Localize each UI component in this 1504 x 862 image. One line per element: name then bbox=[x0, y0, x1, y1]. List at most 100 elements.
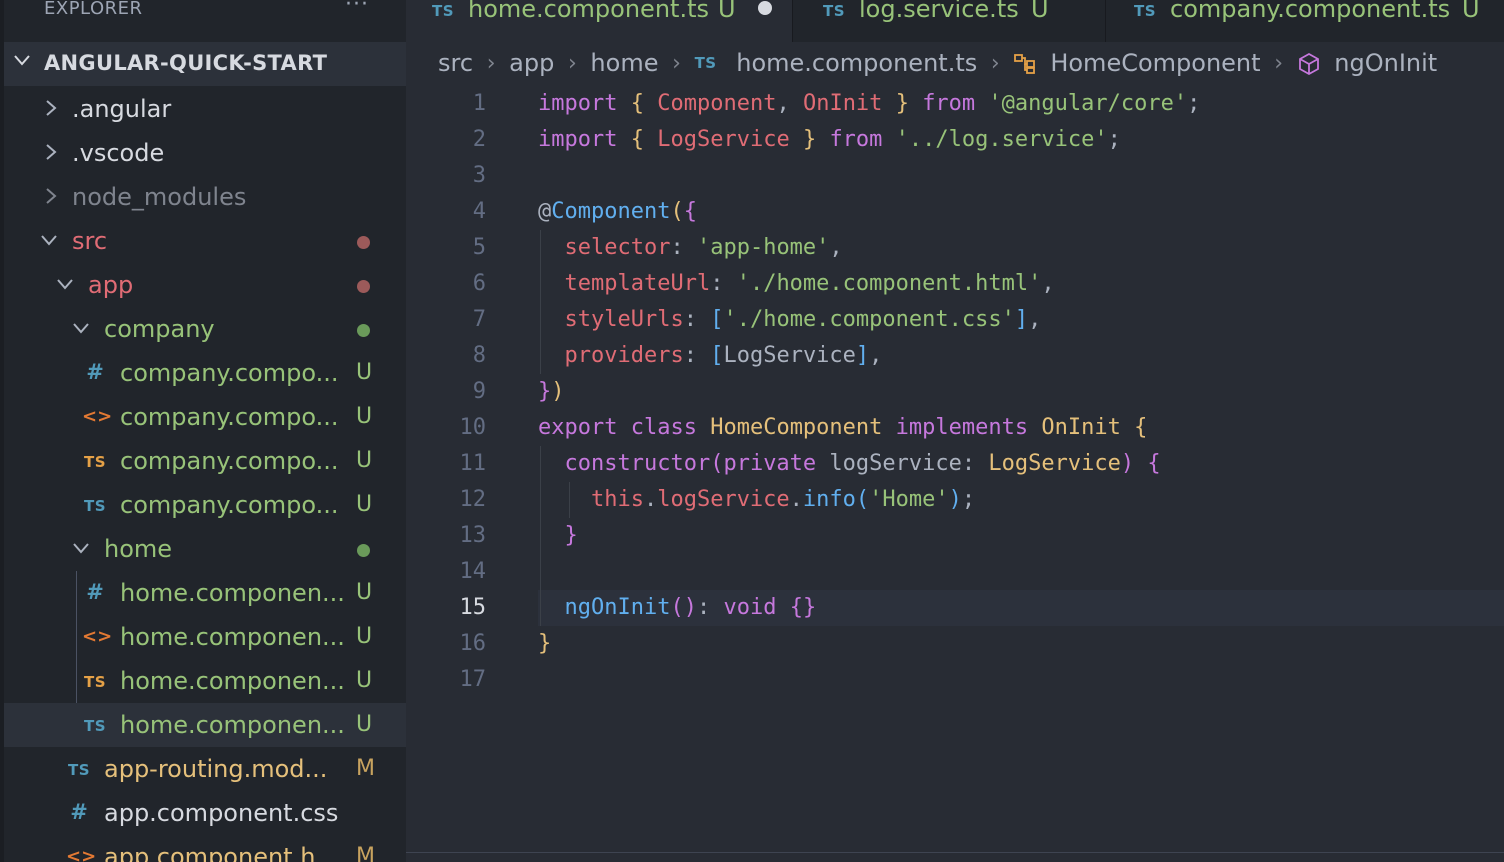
token: } bbox=[538, 379, 552, 404]
code-line-5: selector: 'app-home', bbox=[538, 230, 843, 266]
tree-file-company-spec-ts[interactable]: TS company.compo... U bbox=[4, 439, 406, 483]
typescript-file-icon: TS bbox=[1134, 2, 1157, 20]
tree-file-app-css[interactable]: # app.component.css bbox=[4, 791, 406, 835]
tree-folder-company[interactable]: company bbox=[4, 307, 406, 351]
line-number: 11 bbox=[459, 451, 487, 476]
breadcrumb-item[interactable]: home bbox=[590, 49, 658, 77]
token: () bbox=[670, 595, 697, 620]
tree-item-label: company.compo... bbox=[120, 447, 339, 475]
method-symbol-icon bbox=[1297, 49, 1329, 77]
git-status-dot bbox=[357, 544, 370, 557]
line-number: 8 bbox=[472, 343, 486, 368]
chevron-down-icon bbox=[12, 50, 32, 75]
token: Component bbox=[551, 199, 671, 224]
tab-label: home.component.ts bbox=[468, 0, 709, 23]
token: OnInit bbox=[1041, 415, 1121, 440]
tree-item-label: home.componen... bbox=[120, 711, 345, 739]
tree-file-company-css[interactable]: # company.compo... U bbox=[4, 351, 406, 395]
tree-file-company-ts[interactable]: TS company.compo... U bbox=[4, 483, 406, 527]
tree-file-home-ts[interactable]: TS home.componen... U bbox=[4, 703, 406, 747]
unsaved-dot-icon[interactable] bbox=[758, 1, 772, 15]
code-line-6: templateUrl: './home.component.html', bbox=[538, 266, 1055, 302]
token: : bbox=[961, 451, 976, 476]
token: ( bbox=[670, 199, 684, 224]
tree-file-home-css[interactable]: # home.componen... U bbox=[4, 571, 406, 615]
token: LogService bbox=[988, 451, 1121, 476]
explorer-title: EXPLORER bbox=[44, 0, 143, 19]
git-status-badge: M bbox=[356, 756, 375, 781]
token: [ bbox=[710, 343, 724, 368]
tree-file-app-html[interactable]: <> app.component.h... M bbox=[4, 835, 406, 862]
tree-item-label: node_modules bbox=[72, 183, 247, 211]
token: {} bbox=[789, 595, 817, 620]
tree-folder-home[interactable]: home bbox=[4, 527, 406, 571]
token: logService bbox=[829, 451, 962, 476]
token: ] bbox=[855, 343, 870, 368]
token: private bbox=[723, 451, 817, 476]
token: styleUrls bbox=[564, 307, 684, 332]
chevron-down-icon bbox=[54, 273, 76, 300]
code-line-1: import { Component, OnInit } from '@angu… bbox=[538, 86, 1200, 122]
line-number: 3 bbox=[472, 163, 486, 188]
tree-file-home-html[interactable]: <> home.componen... U bbox=[4, 615, 406, 659]
token: ) bbox=[551, 379, 565, 404]
token: constructor bbox=[564, 451, 711, 476]
git-status-badge: U bbox=[356, 448, 373, 473]
token: . bbox=[643, 487, 658, 512]
tree-item-label: home bbox=[104, 535, 173, 563]
token: ; bbox=[961, 487, 976, 512]
tree-folder-src[interactable]: src bbox=[4, 219, 406, 263]
code-line-2: import { LogService } from '../log.servi… bbox=[538, 122, 1121, 158]
tree-folder-node-modules[interactable]: node_modules bbox=[4, 175, 406, 219]
breadcrumb-class[interactable]: HomeComponent bbox=[1050, 49, 1260, 77]
line-number: 6 bbox=[472, 271, 486, 296]
chevron-right-icon bbox=[42, 185, 60, 212]
token: '../log.service' bbox=[895, 127, 1108, 152]
tab-label: company.component.ts bbox=[1170, 0, 1451, 23]
token: logService bbox=[657, 487, 790, 512]
tree-folder-app[interactable]: app bbox=[4, 263, 406, 307]
token: . bbox=[789, 487, 803, 512]
line-number: 7 bbox=[472, 307, 486, 332]
typescript-test-file-icon: TS bbox=[83, 673, 107, 691]
tree-folder-angular[interactable]: .angular bbox=[4, 87, 406, 131]
tree-file-company-html[interactable]: <> company.compo... U bbox=[4, 395, 406, 439]
chevron-right-icon: › bbox=[1274, 50, 1283, 76]
tab-log-service-ts[interactable]: TS log.service.ts U bbox=[793, 0, 1106, 42]
breadcrumb-item[interactable]: app bbox=[509, 49, 554, 77]
tree-file-app-routing[interactable]: TS app-routing.mod... M bbox=[4, 747, 406, 791]
typescript-file-icon: TS bbox=[432, 2, 455, 20]
breadcrumb-method[interactable]: ngOnInit bbox=[1334, 49, 1437, 77]
chevron-right-icon: › bbox=[990, 50, 1000, 76]
token: } bbox=[802, 127, 817, 152]
tree-folder-vscode[interactable]: .vscode bbox=[4, 131, 406, 175]
token: ] bbox=[1014, 307, 1029, 332]
line-number: 14 bbox=[459, 559, 487, 584]
more-actions-icon[interactable]: ··· bbox=[345, 0, 369, 17]
line-number: 16 bbox=[459, 631, 487, 656]
panel-divider bbox=[406, 852, 1504, 853]
breadcrumb-file[interactable]: home.component.ts bbox=[736, 49, 977, 77]
breadcrumb-item[interactable]: src bbox=[438, 49, 473, 77]
tab-company-component-ts[interactable]: TS company.component.ts U bbox=[1106, 0, 1504, 42]
tree-item-label: app-routing.mod... bbox=[104, 755, 328, 783]
token: , bbox=[829, 235, 843, 260]
code-line-12: this.logService.info('Home'); bbox=[538, 482, 975, 518]
token: , bbox=[1028, 307, 1042, 332]
token: from bbox=[829, 127, 883, 152]
tree-item-label: company.compo... bbox=[120, 359, 339, 387]
line-number: 1 bbox=[472, 91, 486, 116]
chevron-right-icon bbox=[42, 141, 60, 168]
tab-home-component-ts[interactable]: TS home.component.ts U bbox=[406, 0, 793, 42]
token: LogService bbox=[723, 343, 856, 368]
code-editor[interactable]: 1 2 3 4 5 6 7 8 9 10 11 12 13 14 15 16 1… bbox=[406, 86, 1504, 852]
editor-tab-bar: TS home.component.ts U TS log.service.ts… bbox=[406, 0, 1504, 42]
project-name: ANGULAR-QUICK-START bbox=[44, 51, 328, 75]
token: ( bbox=[855, 487, 870, 512]
line-number: 17 bbox=[459, 667, 487, 692]
tree-file-home-spec-ts[interactable]: TS home.componen... U bbox=[4, 659, 406, 703]
token: ) bbox=[1120, 451, 1135, 476]
tree-item-label: home.componen... bbox=[120, 667, 345, 695]
project-folder-header[interactable]: ANGULAR-QUICK-START bbox=[4, 42, 406, 86]
token: { bbox=[1147, 451, 1161, 476]
